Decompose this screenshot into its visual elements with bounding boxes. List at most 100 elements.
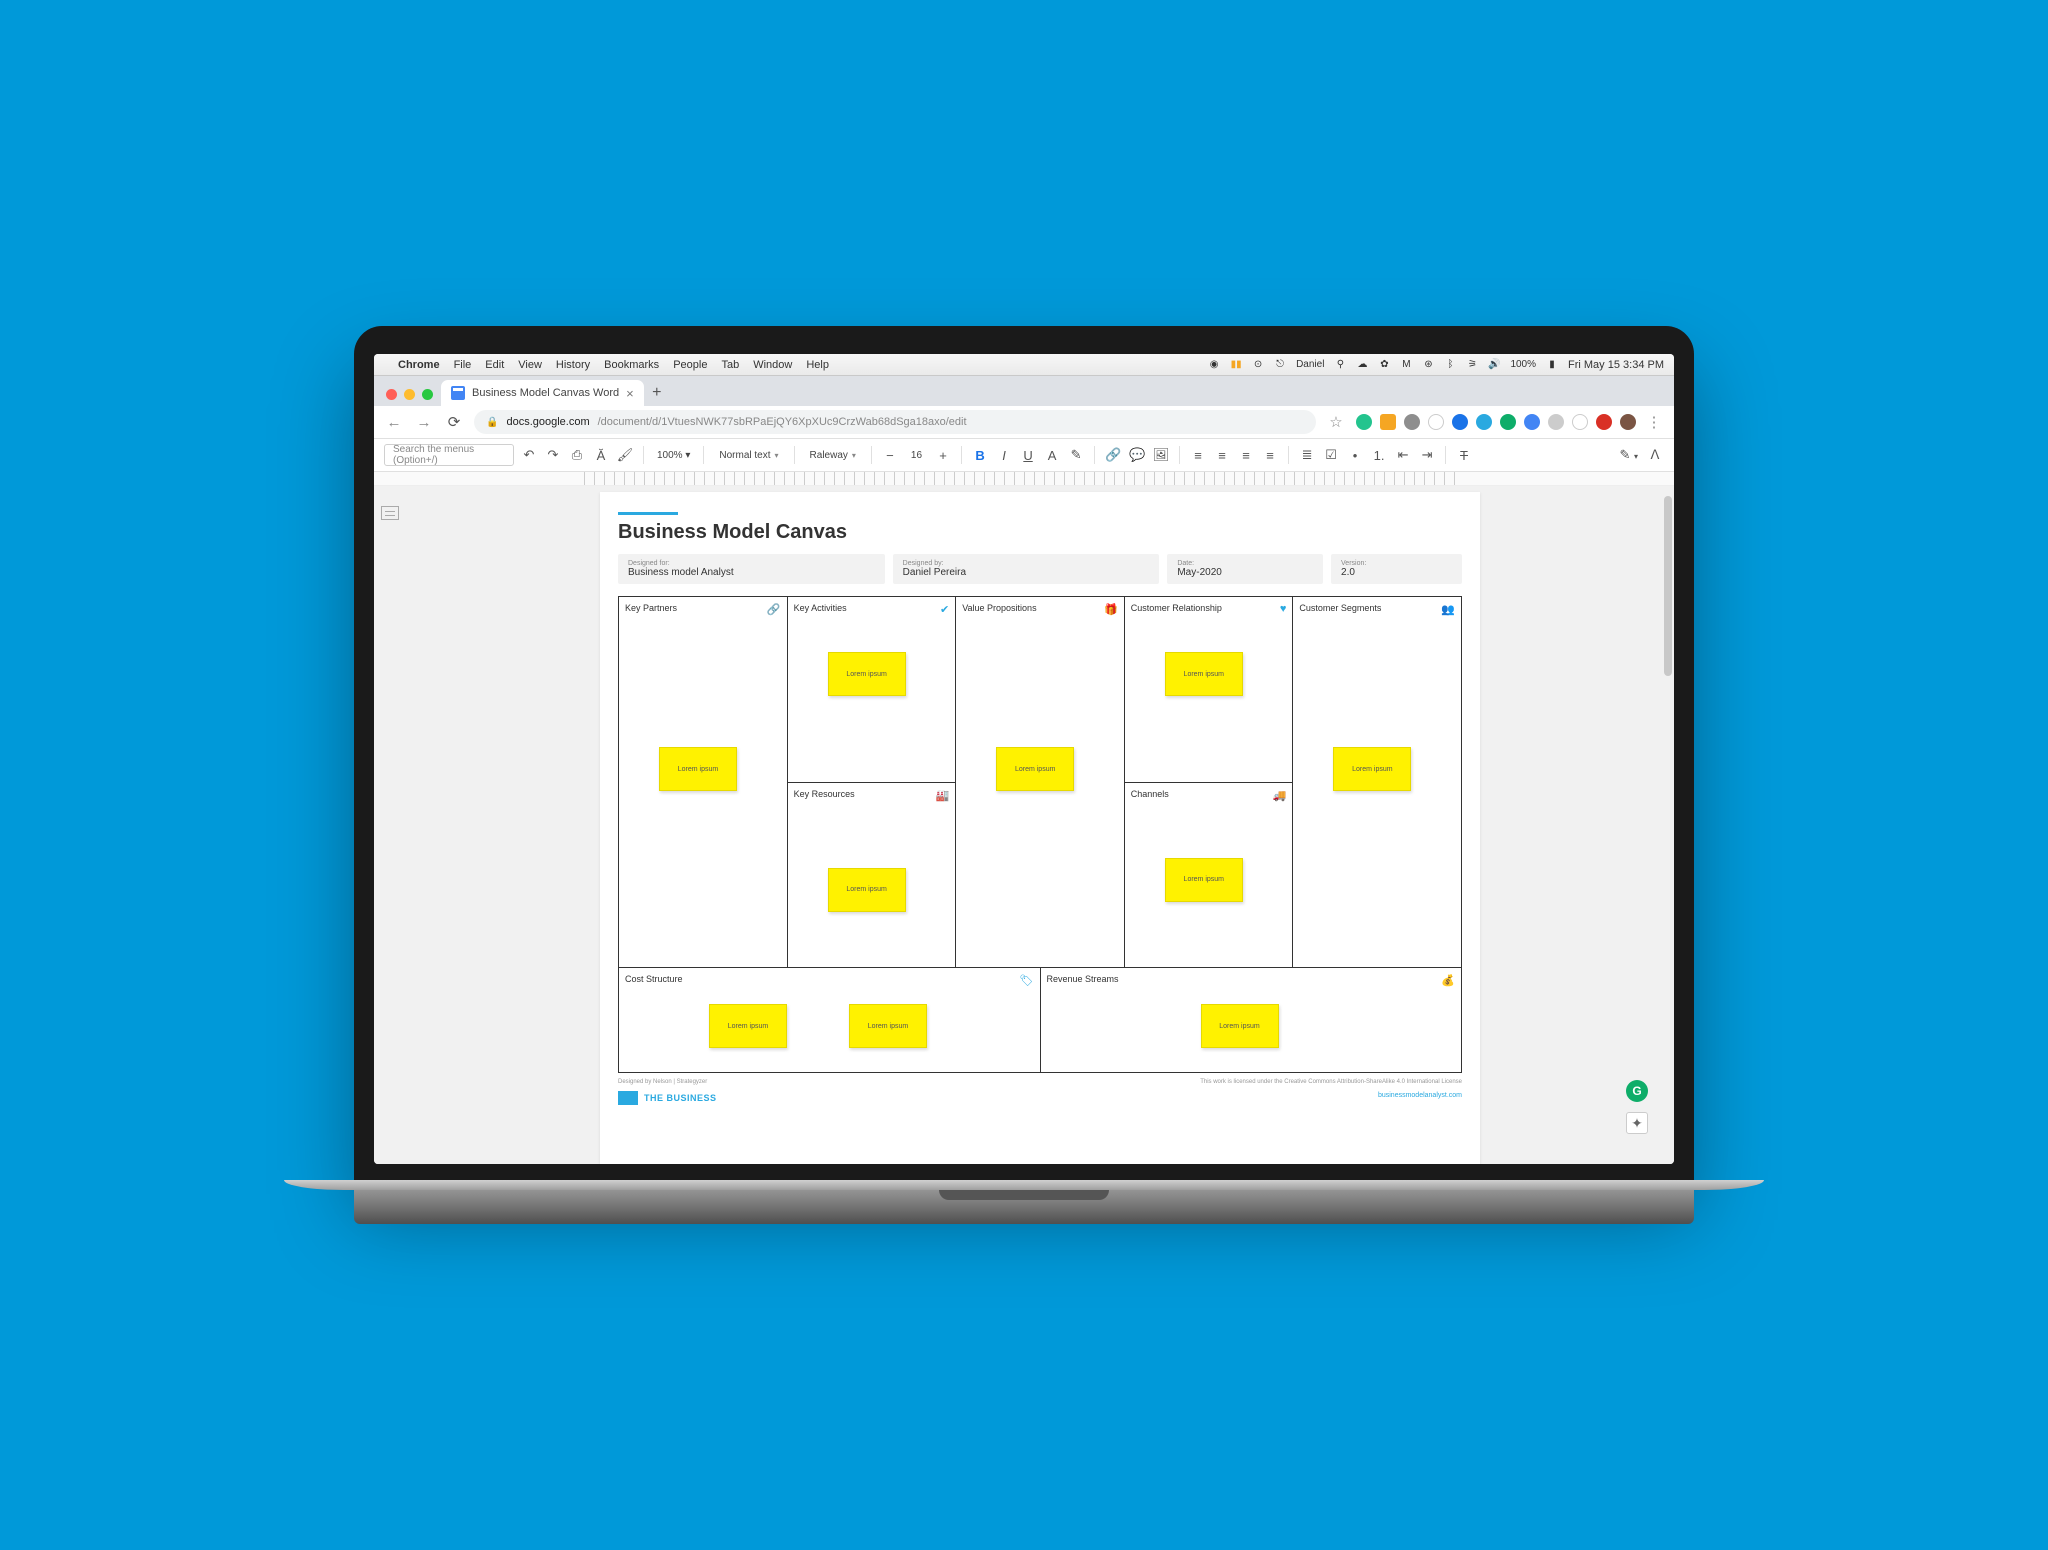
extension-icon[interactable] <box>1596 414 1612 430</box>
search-icon[interactable]: ⚲ <box>1334 359 1346 371</box>
menubar-user[interactable]: Daniel <box>1296 359 1324 370</box>
cell-revenue-streams[interactable]: Revenue Streams💰 Lorem ipsum <box>1041 968 1462 1072</box>
redo-button[interactable]: ↷ <box>544 446 562 464</box>
italic-button[interactable]: I <box>995 446 1013 464</box>
vertical-scrollbar[interactable] <box>1660 486 1674 1164</box>
extension-icon[interactable] <box>1452 414 1468 430</box>
sticky-note[interactable]: Lorem ipsum <box>996 747 1074 791</box>
document-outline-button[interactable] <box>381 506 399 520</box>
status-icon[interactable]: ▮▮ <box>1230 359 1242 371</box>
menubar-item[interactable]: View <box>518 359 542 371</box>
menubar-item[interactable]: Help <box>806 359 829 371</box>
bluetooth-icon[interactable]: ᛒ <box>1444 359 1456 371</box>
bookmark-star-icon[interactable]: ☆ <box>1326 413 1346 431</box>
sticky-note[interactable]: Lorem ipsum <box>828 868 906 912</box>
status-icon[interactable]: ⊙ <box>1252 359 1264 371</box>
status-icon[interactable]: ⊛ <box>1422 359 1434 371</box>
new-tab-button[interactable]: + <box>644 380 670 406</box>
grammarly-icon[interactable] <box>1626 1080 1648 1102</box>
cell-key-partners[interactable]: Key Partners🔗 Lorem ipsum <box>619 597 787 967</box>
address-bar[interactable]: 🔒 docs.google.com /document/d/1VtuesNWK7… <box>474 410 1316 434</box>
minimize-window-button[interactable] <box>404 389 415 400</box>
maximize-window-button[interactable] <box>422 389 433 400</box>
status-icon[interactable]: ⎋ <box>1274 359 1286 371</box>
sticky-note[interactable]: Lorem ipsum <box>1333 747 1411 791</box>
editing-mode-button[interactable]: ✎ ▾ <box>1619 447 1638 463</box>
cell-value-propositions[interactable]: Value Propositions🎁 Lorem ipsum <box>956 597 1124 967</box>
cell-key-resources[interactable]: Key Resources🏭 Lorem ipsum <box>788 783 956 968</box>
sticky-note[interactable]: Lorem ipsum <box>849 1004 927 1048</box>
menubar-item[interactable]: Edit <box>485 359 504 371</box>
scrollbar-thumb[interactable] <box>1664 496 1672 676</box>
volume-icon[interactable]: 🔊 <box>1488 359 1500 371</box>
bulleted-list-button[interactable]: • <box>1346 446 1364 464</box>
cell-customer-relationship[interactable]: Customer Relationship♥ Lorem ipsum <box>1125 597 1293 783</box>
font-size-decrease[interactable]: − <box>881 446 899 464</box>
footer-link[interactable]: businessmodelanalyst.com <box>1378 1092 1462 1099</box>
insert-comment-button[interactable]: 💬 <box>1128 446 1146 464</box>
extension-icon[interactable] <box>1524 414 1540 430</box>
clear-formatting-button[interactable]: T <box>1455 446 1473 464</box>
sticky-note[interactable]: Lorem ipsum <box>1165 858 1243 902</box>
close-window-button[interactable] <box>386 389 397 400</box>
cell-cost-structure[interactable]: Cost Structure🏷 Lorem ipsum Lorem ipsum <box>619 968 1041 1072</box>
horizontal-ruler[interactable] <box>374 472 1674 486</box>
chrome-menu-button[interactable]: ⋮ <box>1644 413 1664 431</box>
paint-format-button[interactable]: 🖌 <box>616 446 634 464</box>
sticky-note[interactable]: Lorem ipsum <box>828 652 906 696</box>
align-center-button[interactable]: ≡ <box>1213 446 1231 464</box>
cell-customer-segments[interactable]: Customer Segments👥 Lorem ipsum <box>1293 597 1461 967</box>
forward-button[interactable]: → <box>414 414 434 431</box>
status-icon[interactable]: ☁ <box>1356 359 1368 371</box>
menubar-app[interactable]: Chrome <box>398 359 440 371</box>
status-icon[interactable]: M <box>1400 359 1412 371</box>
menubar-item[interactable]: History <box>556 359 590 371</box>
menubar-item[interactable]: File <box>454 359 472 371</box>
menubar-item[interactable]: Tab <box>721 359 739 371</box>
text-color-button[interactable]: A <box>1043 446 1061 464</box>
back-button[interactable]: ← <box>384 414 404 431</box>
extension-icon[interactable] <box>1356 414 1372 430</box>
font-size-input[interactable]: 16 <box>905 450 928 461</box>
cell-key-activities[interactable]: Key Activities✔ Lorem ipsum <box>788 597 956 783</box>
align-left-button[interactable]: ≡ <box>1189 446 1207 464</box>
extension-icon[interactable] <box>1404 414 1420 430</box>
insert-link-button[interactable]: 🔗 <box>1104 446 1122 464</box>
insert-image-button[interactable]: 🖼 <box>1152 446 1170 464</box>
browser-tab[interactable]: Business Model Canvas Word × <box>441 380 644 406</box>
bold-button[interactable]: B <box>971 446 989 464</box>
extension-icon[interactable] <box>1548 414 1564 430</box>
sticky-note[interactable]: Lorem ipsum <box>659 747 737 791</box>
print-button[interactable]: ⎙ <box>568 446 586 464</box>
extension-icon[interactable] <box>1476 414 1492 430</box>
document-page[interactable]: Business Model Canvas Designed for: Busi… <box>600 492 1480 1164</box>
wifi-icon[interactable]: ⚞ <box>1466 359 1478 371</box>
battery-icon[interactable]: ▮ <box>1546 359 1558 371</box>
status-icon[interactable]: ✿ <box>1378 359 1390 371</box>
close-tab-button[interactable]: × <box>626 386 634 401</box>
undo-button[interactable]: ↶ <box>520 446 538 464</box>
expand-toolbar-button[interactable]: ᐱ <box>1646 446 1664 464</box>
extension-icon[interactable] <box>1572 414 1588 430</box>
menubar-clock[interactable]: Fri May 15 3:34 PM <box>1568 359 1664 371</box>
increase-indent-button[interactable]: ⇥ <box>1418 446 1436 464</box>
font-size-increase[interactable]: + <box>934 446 952 464</box>
paragraph-style-select[interactable]: Normal text▾ <box>713 450 784 461</box>
status-icon[interactable]: ◉ <box>1208 359 1220 371</box>
extension-icon[interactable] <box>1500 414 1516 430</box>
menubar-item[interactable]: People <box>673 359 707 371</box>
reload-button[interactable]: ⟳ <box>444 413 464 431</box>
extension-icon[interactable] <box>1428 414 1444 430</box>
font-select[interactable]: Raleway▾ <box>804 450 862 461</box>
underline-button[interactable]: U <box>1019 446 1037 464</box>
align-justify-button[interactable]: ≡ <box>1261 446 1279 464</box>
cell-channels[interactable]: Channels🚚 Lorem ipsum <box>1125 783 1293 968</box>
profile-avatar[interactable] <box>1620 414 1636 430</box>
highlight-button[interactable]: ✎ <box>1067 446 1085 464</box>
explore-button[interactable]: ✦ <box>1626 1112 1648 1134</box>
sticky-note[interactable]: Lorem ipsum <box>1201 1004 1279 1048</box>
menubar-item[interactable]: Window <box>753 359 792 371</box>
line-spacing-button[interactable]: ≣ <box>1298 446 1316 464</box>
align-right-button[interactable]: ≡ <box>1237 446 1255 464</box>
sticky-note[interactable]: Lorem ipsum <box>709 1004 787 1048</box>
